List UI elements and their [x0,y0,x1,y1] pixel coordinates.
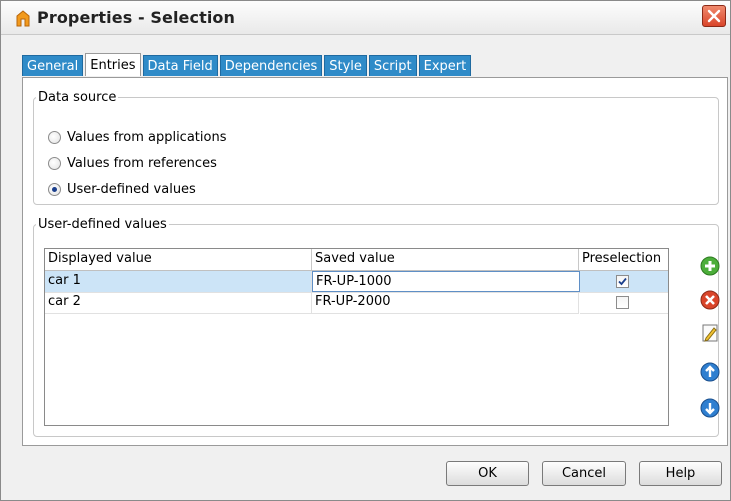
data-source-legend: Data source [38,90,117,105]
add-icon[interactable] [700,256,720,276]
user-defined-values-legend: User-defined values [38,217,167,232]
window-title: Properties - Selection [37,8,236,27]
tab-script[interactable]: Script [368,55,417,76]
column-divider [579,313,580,425]
properties-dialog: Properties - Selection General Entries D… [0,0,731,501]
column-header-preselection[interactable]: Preselection [579,249,668,270]
close-button[interactable] [702,5,726,27]
radio-values-from-references[interactable]: Values from references [48,156,217,171]
radio-label: Values from applications [67,130,227,145]
ok-button[interactable]: OK [446,461,529,486]
radio-label: Values from references [67,156,217,171]
values-table: Displayed value Saved value Preselection… [44,248,669,426]
radio-user-defined-values[interactable]: User-defined values [48,182,196,197]
tab-data-field[interactable]: Data Field [142,55,218,76]
radio-button[interactable] [48,131,61,144]
radio-button[interactable] [48,157,61,170]
data-source-group: Data source Values from applications Val… [33,90,719,205]
radio-values-from-applications[interactable]: Values from applications [48,130,226,145]
column-header-saved-value[interactable]: Saved value [312,249,579,270]
move-up-icon[interactable] [700,362,720,382]
cell-saved-value-editor[interactable]: FR-UP-1000 [312,271,580,292]
title-bar: Properties - Selection [1,1,730,35]
app-logo-icon [16,10,30,27]
cell-saved-value[interactable]: FR-UP-2000 [312,292,579,313]
tab-general[interactable]: General [22,55,84,76]
help-button[interactable]: Help [639,461,722,486]
preselection-checkbox[interactable] [616,296,629,309]
tab-dependencies[interactable]: Dependencies [219,55,323,76]
table-header: Displayed value Saved value Preselection [45,249,668,271]
cell-displayed-value[interactable]: car 2 [45,292,312,313]
preselection-checkbox[interactable] [616,275,629,288]
edit-icon[interactable] [700,323,720,343]
cancel-button[interactable]: Cancel [542,461,626,486]
tab-entries[interactable]: Entries [85,53,141,76]
table-row[interactable]: car 2 FR-UP-2000 [45,292,668,314]
remove-icon[interactable] [700,290,720,310]
checkmark-icon [618,277,627,286]
move-down-icon[interactable] [700,398,720,418]
radio-label: User-defined values [67,182,196,197]
close-icon [707,9,721,23]
tab-expert[interactable]: Expert [418,55,472,76]
tab-style[interactable]: Style [324,55,367,76]
column-header-displayed-value[interactable]: Displayed value [45,249,312,270]
cell-displayed-value[interactable]: car 1 [45,271,312,292]
table-row[interactable]: car 1 FR-UP-1000 [45,271,668,293]
tab-strip: General Entries Data Field Dependencies … [22,53,473,77]
radio-button[interactable] [48,183,61,196]
entries-panel: Data source Values from applications Val… [22,77,728,446]
